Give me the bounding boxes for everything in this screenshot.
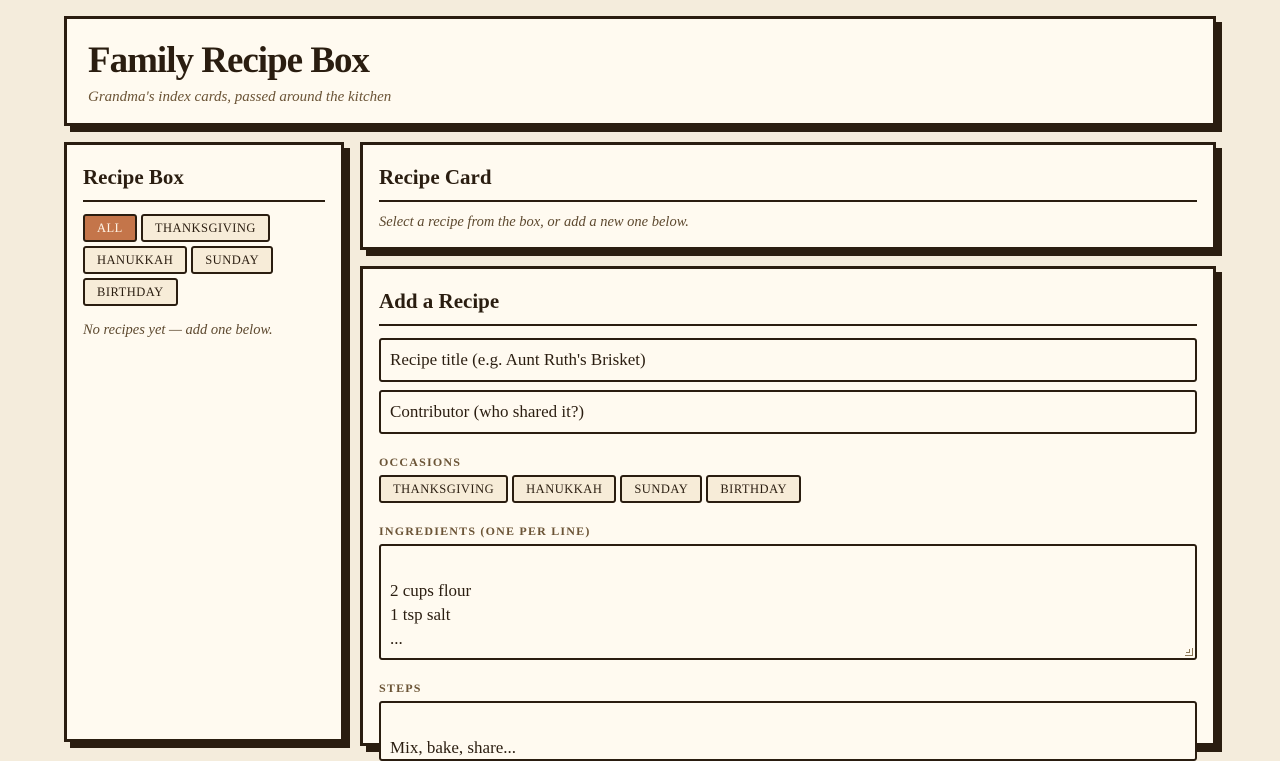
add-recipe-panel: Add a Recipe Recipe title (e.g. Aunt Rut… [360, 266, 1216, 761]
recipe-card-title: Recipe Card [379, 163, 1197, 202]
recipe-box-panel: Recipe Box ALL THANKSGIVING HANUKKAH SUN… [64, 142, 344, 742]
occasion-chip-hanukkah[interactable]: HANUKKAH [512, 475, 617, 503]
recipe-card-hint: Select a recipe from the box, or add a n… [379, 214, 689, 230]
steps-placeholder: Mix, bake, share... [390, 738, 517, 757]
recipe-box-title: Recipe Box [83, 163, 325, 202]
occasion-chip-sunday[interactable]: SUNDAY [620, 475, 703, 503]
filter-chip-thanksgiving[interactable]: THANKSGIVING [140, 214, 270, 242]
contributor-input[interactable]: Contributor (who shared it?) [379, 390, 1197, 434]
ingredients-label: INGREDIENTS (ONE PER LINE) [379, 524, 591, 538]
recipe-card-panel: Recipe Card Select a recipe from the box… [360, 142, 1216, 250]
empty-recipes-message: No recipes yet — add one below. [83, 322, 273, 338]
steps-textarea[interactable]: Mix, bake, share... [379, 701, 1197, 761]
filter-chip-birthday[interactable]: BIRTHDAY [83, 278, 178, 306]
app-header: Family Recipe Box Grandma's index cards,… [64, 16, 1216, 126]
occasions-label: OCCASIONS [379, 455, 462, 469]
app-subtitle: Grandma's index cards, passed around the… [88, 89, 392, 105]
occasion-chip-birthday[interactable]: BIRTHDAY [706, 475, 801, 503]
filter-chip-all[interactable]: ALL [83, 214, 137, 242]
add-recipe-title: Add a Recipe [379, 287, 1197, 326]
filter-chips: ALL THANKSGIVING HANUKKAH SUNDAY BIRTHDA… [83, 214, 325, 306]
ingredients-placeholder: 2 cups flour 1 tsp salt ... [390, 581, 472, 648]
ingredients-textarea[interactable]: 2 cups flour 1 tsp salt ... [379, 544, 1197, 660]
steps-label: STEPS [379, 681, 422, 695]
app-title: Family Recipe Box [88, 40, 370, 81]
filter-chip-sunday[interactable]: SUNDAY [191, 246, 274, 274]
recipe-title-input[interactable]: Recipe title (e.g. Aunt Ruth's Brisket) [379, 338, 1197, 382]
occasion-chip-thanksgiving[interactable]: THANKSGIVING [379, 475, 509, 503]
filter-chip-hanukkah[interactable]: HANUKKAH [83, 246, 188, 274]
occasion-chips: THANKSGIVING HANUKKAH SUNDAY BIRTHDAY [379, 475, 1197, 503]
resize-handle-icon[interactable] [1185, 648, 1193, 656]
